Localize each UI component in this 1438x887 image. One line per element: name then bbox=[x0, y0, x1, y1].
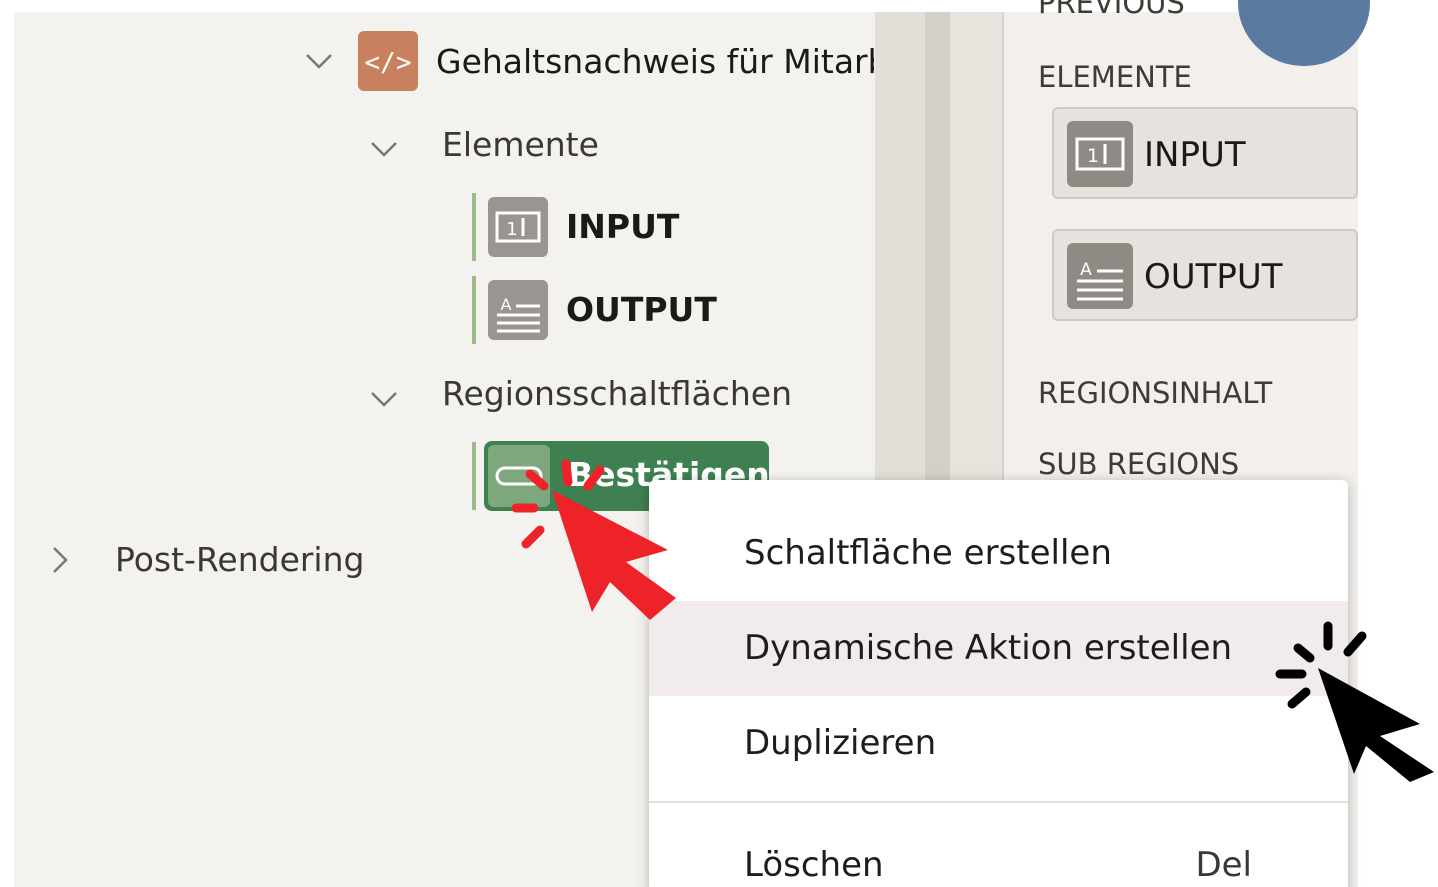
svg-text:A: A bbox=[501, 295, 512, 314]
chevron-down-icon[interactable] bbox=[304, 50, 334, 76]
svg-text:1: 1 bbox=[506, 219, 517, 240]
tree-item-input[interactable]: INPUT bbox=[566, 207, 679, 247]
tree-buttons-group-label[interactable]: Regionsschaltflächen bbox=[442, 374, 792, 414]
menu-item-shortcut: Del bbox=[1195, 845, 1252, 885]
menu-item-label: Dynamische Aktion erstellen bbox=[744, 628, 1233, 668]
right-panel-heading-previous: PREVIOUS bbox=[1038, 0, 1185, 20]
chevron-down-icon[interactable] bbox=[369, 138, 399, 164]
menu-separator bbox=[649, 801, 1348, 803]
red-click-cursor-icon bbox=[511, 459, 676, 620]
tree-item-output[interactable]: OUTPUT bbox=[566, 290, 717, 330]
right-panel-card-output[interactable]: A OUTPUT bbox=[1052, 229, 1358, 321]
chevron-down-icon[interactable] bbox=[369, 388, 399, 414]
menu-item-label: Schaltfläche erstellen bbox=[744, 533, 1112, 573]
svg-text:A: A bbox=[1080, 260, 1092, 280]
tree-region-label[interactable]: Gehaltsnachweis für Mitarb bbox=[436, 42, 874, 82]
right-panel-heading-sub-regions: SUB REGIONS bbox=[1038, 447, 1240, 481]
tree-items-group-label[interactable]: Elemente bbox=[442, 125, 599, 165]
tree-guide-line bbox=[472, 442, 476, 510]
right-panel-heading-region-content: REGIONSINHALT bbox=[1038, 376, 1273, 410]
menu-item-create-dynamic-action[interactable]: Dynamische Aktion erstellen bbox=[649, 601, 1348, 696]
right-panel-card-input[interactable]: 1 INPUT bbox=[1052, 107, 1358, 199]
right-panel-heading-items: ELEMENTE bbox=[1038, 60, 1192, 94]
svg-text:1: 1 bbox=[1087, 145, 1099, 167]
menu-item-delete[interactable]: Löschen Del bbox=[649, 818, 1348, 887]
number-field-icon: 1 bbox=[488, 197, 548, 257]
menu-item-create-button[interactable]: Schaltfläche erstellen bbox=[649, 506, 1348, 601]
text-field-icon: A bbox=[1067, 243, 1133, 309]
black-click-cursor-icon bbox=[1275, 621, 1434, 782]
right-panel-card-label: INPUT bbox=[1144, 135, 1246, 175]
tree-guide-line bbox=[472, 276, 476, 344]
menu-item-duplicate[interactable]: Duplizieren bbox=[649, 696, 1348, 791]
tree-post-rendering-label[interactable]: Post-Rendering bbox=[115, 540, 364, 580]
context-menu: Schaltfläche erstellen Dynamische Aktion… bbox=[649, 480, 1348, 887]
chevron-right-icon[interactable] bbox=[50, 545, 70, 580]
menu-item-label: Löschen bbox=[744, 845, 884, 885]
number-field-icon: 1 bbox=[1067, 121, 1133, 187]
code-icon: </> bbox=[358, 31, 418, 91]
menu-item-label: Duplizieren bbox=[744, 723, 937, 763]
right-panel-card-label: OUTPUT bbox=[1144, 257, 1283, 297]
svg-text:</>: </> bbox=[365, 48, 412, 78]
tree-guide-line bbox=[472, 193, 476, 261]
text-field-icon: A bbox=[488, 280, 548, 340]
